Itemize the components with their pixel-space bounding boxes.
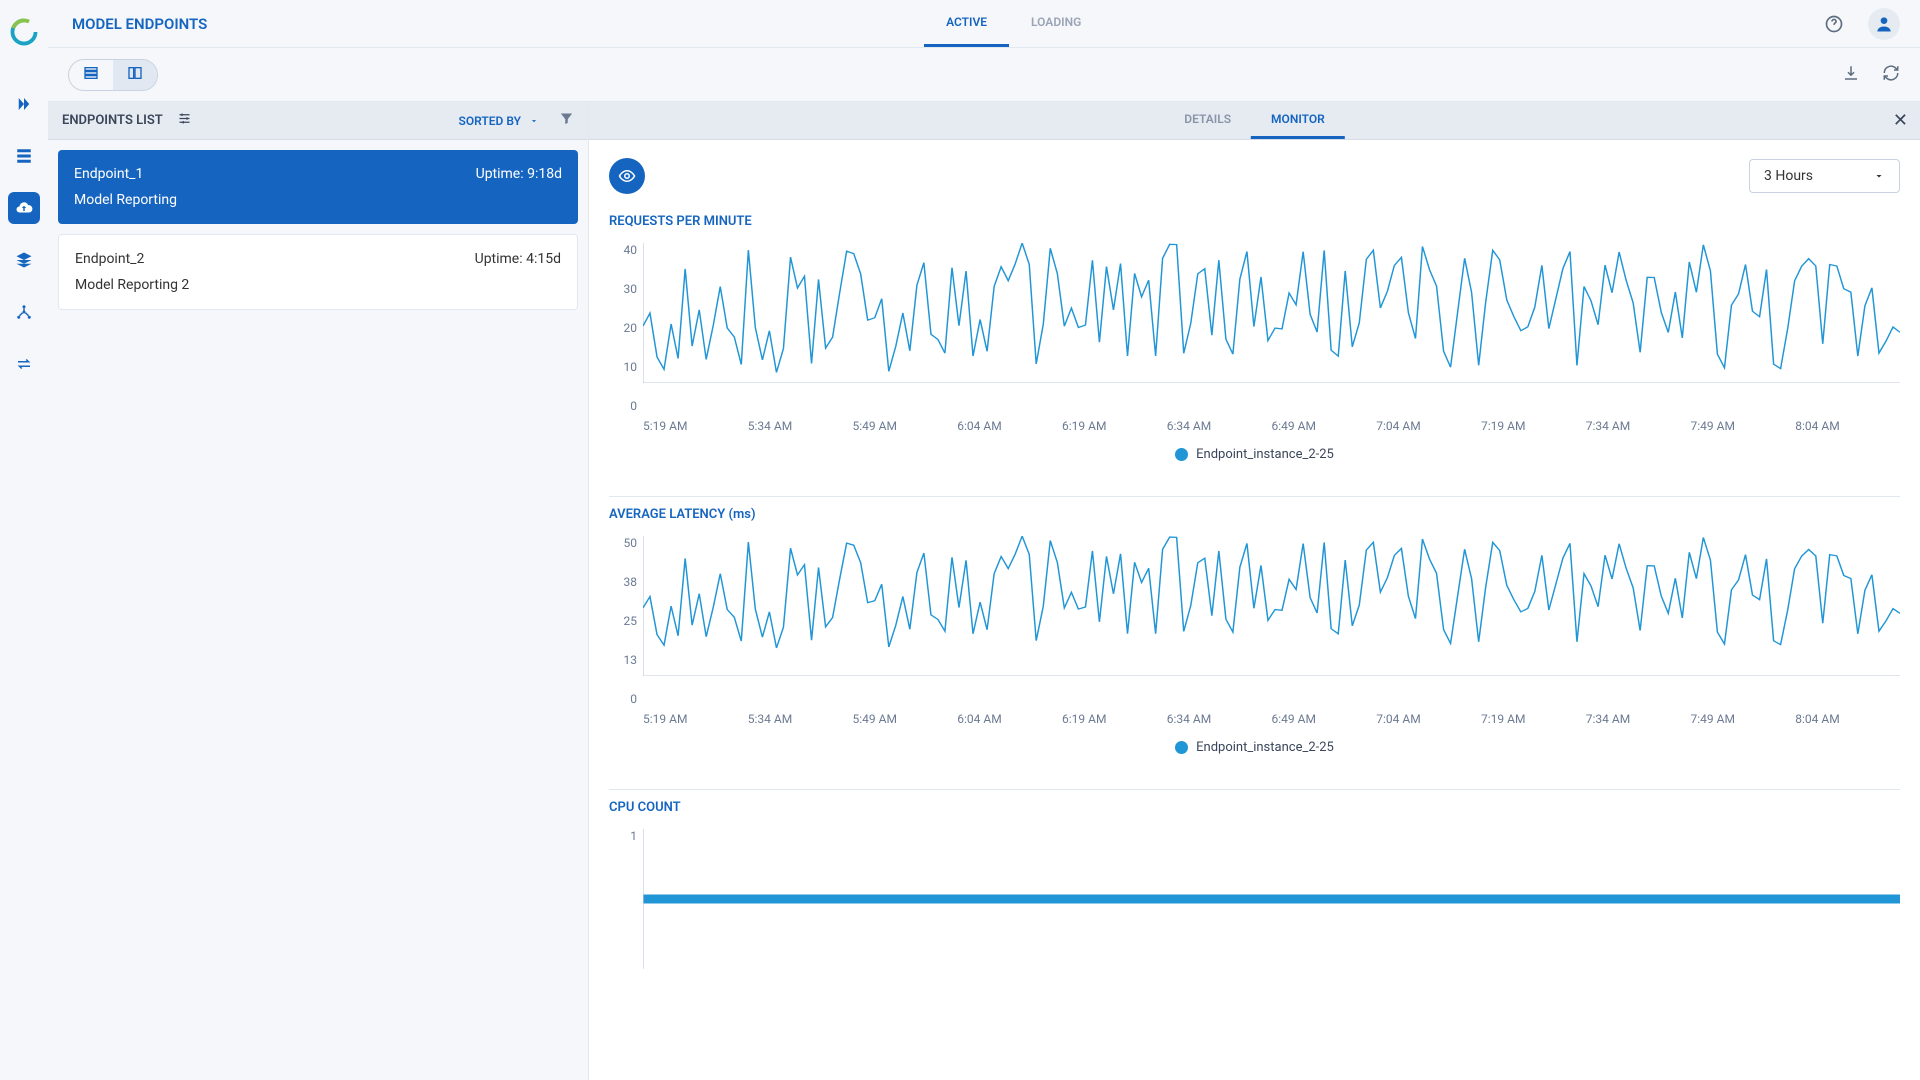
time-range-dropdown[interactable]: 3 Hours xyxy=(1749,159,1900,193)
chart-title: AVERAGE LATENCY (ms) xyxy=(609,507,1900,522)
view-toggle xyxy=(68,59,158,91)
endpoint-card[interactable]: Endpoint_2 Uptime: 4:15d Model Reporting … xyxy=(58,234,578,310)
x-tick: 5:19 AM xyxy=(643,712,748,726)
x-tick: 7:04 AM xyxy=(1376,712,1481,726)
y-tick: 25 xyxy=(624,614,638,628)
x-tick: 6:34 AM xyxy=(1167,712,1272,726)
view-detail-icon[interactable] xyxy=(113,60,157,90)
page-title: MODEL ENDPOINTS xyxy=(48,15,207,33)
top-header: MODEL ENDPOINTS ACTIVE LOADING xyxy=(48,0,1920,48)
y-tick: 40 xyxy=(624,243,638,257)
x-tick: 7:49 AM xyxy=(1691,712,1796,726)
y-tick: 30 xyxy=(624,282,638,296)
legend-label: Endpoint_instance_2-25 xyxy=(1196,740,1334,755)
tab-active[interactable]: ACTIVE xyxy=(924,0,1009,47)
chart-cpu: CPU COUNT 1 xyxy=(609,800,1900,869)
chart-requests: REQUESTS PER MINUTE 40 30 20 10 0 5:1 xyxy=(609,214,1900,462)
list-header: ENDPOINTS LIST SORTED BY xyxy=(48,102,588,140)
endpoint-card[interactable]: Endpoint_1 Uptime: 9:18d Model Reporting xyxy=(58,150,578,224)
x-tick: 8:04 AM xyxy=(1795,712,1900,726)
x-tick: 7:34 AM xyxy=(1586,419,1691,433)
legend-label: Endpoint_instance_2-25 xyxy=(1196,447,1334,462)
tune-icon[interactable] xyxy=(177,111,192,130)
x-tick: 6:49 AM xyxy=(1272,419,1377,433)
left-nav xyxy=(0,0,48,1080)
tab-monitor[interactable]: MONITOR xyxy=(1251,102,1345,139)
x-tick: 5:19 AM xyxy=(643,419,748,433)
endpoint-name: Endpoint_2 xyxy=(75,251,144,267)
x-tick: 8:04 AM xyxy=(1795,419,1900,433)
x-tick: 6:49 AM xyxy=(1272,712,1377,726)
y-tick: 20 xyxy=(624,321,638,335)
legend-dot xyxy=(1175,741,1188,754)
nav-item-forward-icon[interactable] xyxy=(8,88,40,120)
x-tick: 6:19 AM xyxy=(1062,712,1167,726)
chevron-down-icon xyxy=(1873,170,1885,182)
header-tabs: ACTIVE LOADING xyxy=(207,0,1820,47)
chart-title: CPU COUNT xyxy=(609,800,1900,815)
visibility-icon[interactable] xyxy=(609,158,645,194)
nav-item-network-icon[interactable] xyxy=(8,296,40,328)
y-tick: 0 xyxy=(630,692,637,706)
toolbar xyxy=(48,48,1920,102)
endpoint-name: Endpoint_1 xyxy=(74,166,143,182)
detail-header: DETAILS MONITOR ✕ xyxy=(589,102,1920,140)
y-tick: 10 xyxy=(624,360,638,374)
x-tick: 5:34 AM xyxy=(748,419,853,433)
endpoints-list-pane: ENDPOINTS LIST SORTED BY Endpoint_1 Uptim… xyxy=(48,102,589,1080)
tab-loading[interactable]: LOADING xyxy=(1009,0,1103,47)
x-tick: 7:04 AM xyxy=(1376,419,1481,433)
refresh-icon[interactable] xyxy=(1882,64,1900,86)
x-tick: 7:19 AM xyxy=(1481,419,1586,433)
y-tick: 50 xyxy=(624,536,638,550)
chart-title: REQUESTS PER MINUTE xyxy=(609,214,1900,229)
nav-item-transfer-icon[interactable] xyxy=(8,348,40,380)
nav-item-servers-icon[interactable] xyxy=(8,140,40,172)
tab-details[interactable]: DETAILS xyxy=(1164,102,1251,139)
x-tick: 5:49 AM xyxy=(853,419,958,433)
x-tick: 5:34 AM xyxy=(748,712,853,726)
x-tick: 5:49 AM xyxy=(853,712,958,726)
endpoint-uptime: Uptime: 4:15d xyxy=(475,251,561,267)
chart-latency: AVERAGE LATENCY (ms) 50 38 25 13 0 5: xyxy=(609,507,1900,755)
x-tick: 7:34 AM xyxy=(1586,712,1691,726)
list-title: ENDPOINTS LIST xyxy=(62,113,163,128)
x-tick: 7:49 AM xyxy=(1691,419,1796,433)
monitor-body: 3 Hours REQUESTS PER MINUTE 40 30 20 10 … xyxy=(589,140,1920,1080)
endpoint-model: Model Reporting xyxy=(74,192,562,208)
sort-dropdown[interactable]: SORTED BY xyxy=(459,114,539,128)
filter-icon[interactable] xyxy=(559,111,574,130)
x-tick: 6:34 AM xyxy=(1167,419,1272,433)
y-tick: 1 xyxy=(630,829,637,843)
app-logo xyxy=(8,16,40,48)
sort-label: SORTED BY xyxy=(459,114,521,128)
download-icon[interactable] xyxy=(1842,64,1860,86)
detail-pane: DETAILS MONITOR ✕ 3 Hours REQUESTS PER M… xyxy=(589,102,1920,1080)
chevron-down-icon xyxy=(529,116,539,126)
x-tick: 7:19 AM xyxy=(1481,712,1586,726)
close-icon[interactable]: ✕ xyxy=(1893,110,1908,131)
y-tick: 0 xyxy=(630,399,637,413)
user-avatar-icon[interactable] xyxy=(1868,8,1900,40)
endpoint-uptime: Uptime: 9:18d xyxy=(476,166,562,182)
y-tick: 38 xyxy=(624,575,638,589)
legend-dot xyxy=(1175,448,1188,461)
endpoint-model: Model Reporting 2 xyxy=(75,277,561,293)
nav-item-cloud-upload-icon[interactable] xyxy=(8,192,40,224)
x-tick: 6:04 AM xyxy=(957,712,1062,726)
y-tick: 13 xyxy=(624,653,638,667)
x-tick: 6:04 AM xyxy=(957,419,1062,433)
view-list-icon[interactable] xyxy=(69,60,113,90)
time-range-value: 3 Hours xyxy=(1764,168,1813,184)
help-icon[interactable] xyxy=(1820,10,1848,38)
x-tick: 6:19 AM xyxy=(1062,419,1167,433)
nav-item-layers-icon[interactable] xyxy=(8,244,40,276)
